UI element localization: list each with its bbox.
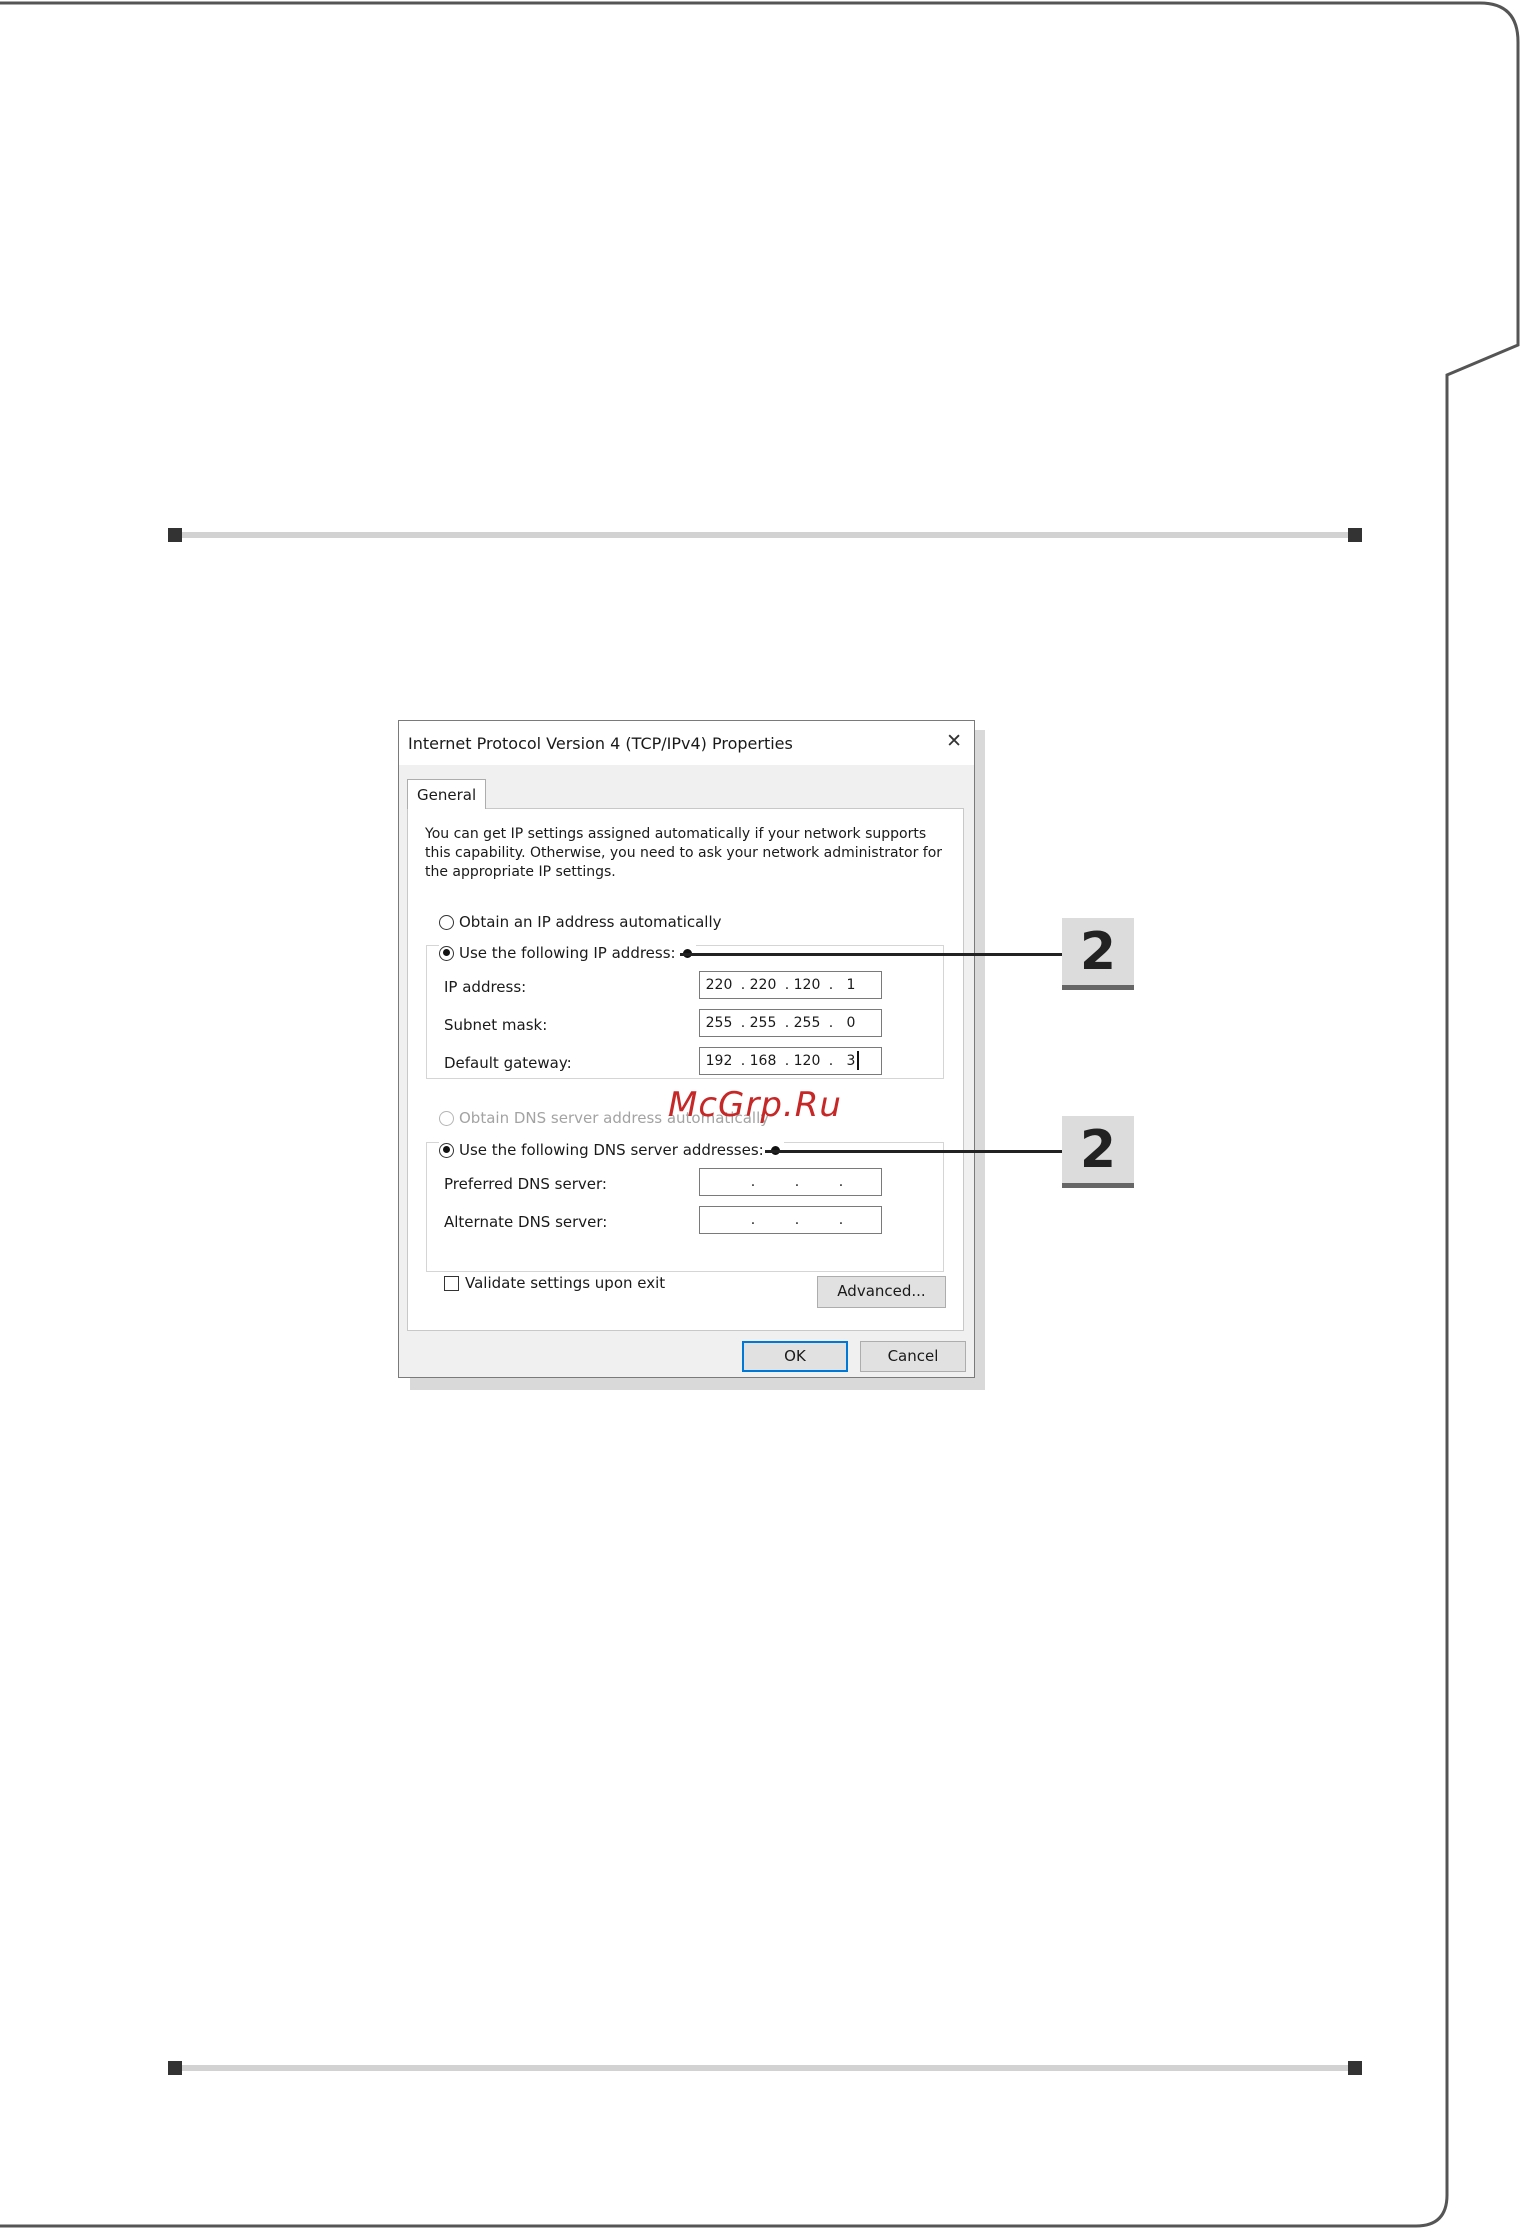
- obtain-ip-auto-radio[interactable]: Obtain an IP address automatically: [439, 913, 722, 931]
- divider-end-marker: [168, 2061, 182, 2075]
- callout-badge-ip: 2: [1062, 918, 1134, 990]
- default-gateway-field[interactable]: 192. 168. 120. 3: [699, 1047, 882, 1075]
- preferred-dns-label: Preferred DNS server:: [444, 1175, 607, 1193]
- dialog-titlebar: Internet Protocol Version 4 (TCP/IPv4) P…: [399, 721, 974, 765]
- divider-end-marker: [1348, 528, 1362, 542]
- radio-icon: [439, 914, 454, 930]
- tab-general[interactable]: General: [407, 779, 486, 809]
- advanced-button[interactable]: Advanced...: [817, 1276, 946, 1308]
- subnet-mask-field[interactable]: 255. 255. 255. 0: [699, 1009, 882, 1037]
- validate-settings-label: Validate settings upon exit: [465, 1274, 666, 1292]
- alternate-dns-label: Alternate DNS server:: [444, 1213, 608, 1231]
- ok-button[interactable]: OK: [742, 1341, 848, 1372]
- obtain-ip-auto-label: Obtain an IP address automatically: [459, 913, 722, 931]
- description-text: You can get IP settings assigned automat…: [425, 826, 943, 880]
- callout-line-dns: [765, 1150, 1062, 1153]
- divider-end-marker: [1348, 2061, 1362, 2075]
- subnet-mask-label: Subnet mask:: [444, 1016, 548, 1034]
- preferred-dns-field[interactable]: . . .: [699, 1168, 882, 1196]
- callout-line-ip: [680, 953, 1062, 956]
- default-gateway-label: Default gateway:: [444, 1054, 572, 1072]
- use-following-dns-radio[interactable]: Use the following DNS server addresses:: [439, 1141, 784, 1159]
- use-following-ip-label: Use the following IP address:: [459, 944, 676, 962]
- alternate-dns-field[interactable]: . . .: [699, 1206, 882, 1234]
- ipv4-properties-dialog: Internet Protocol Version 4 (TCP/IPv4) P…: [398, 720, 975, 1378]
- bottom-divider: [168, 2061, 1362, 2075]
- dialog-title: Internet Protocol Version 4 (TCP/IPv4) P…: [408, 734, 793, 753]
- radio-disabled-icon: [439, 1110, 454, 1126]
- use-following-ip-radio[interactable]: Use the following IP address:: [439, 944, 696, 962]
- text-cursor: [857, 1051, 859, 1070]
- close-icon[interactable]: ✕: [946, 730, 962, 752]
- callout-badge-dns: 2: [1062, 1116, 1134, 1188]
- ip-address-label: IP address:: [444, 978, 527, 996]
- top-divider: [168, 528, 1362, 542]
- validate-settings-checkbox[interactable]: Validate settings upon exit: [444, 1274, 665, 1292]
- radio-selected-icon: [439, 945, 454, 961]
- cancel-button[interactable]: Cancel: [860, 1341, 966, 1372]
- divider-end-marker: [168, 528, 182, 542]
- ip-address-field[interactable]: 220. 220. 120. 1: [699, 971, 882, 999]
- use-following-dns-label: Use the following DNS server addresses:: [459, 1141, 764, 1159]
- checkbox-icon: [444, 1275, 459, 1291]
- radio-selected-icon: [439, 1142, 454, 1158]
- watermark-text: McGrp.Ru: [668, 1085, 842, 1125]
